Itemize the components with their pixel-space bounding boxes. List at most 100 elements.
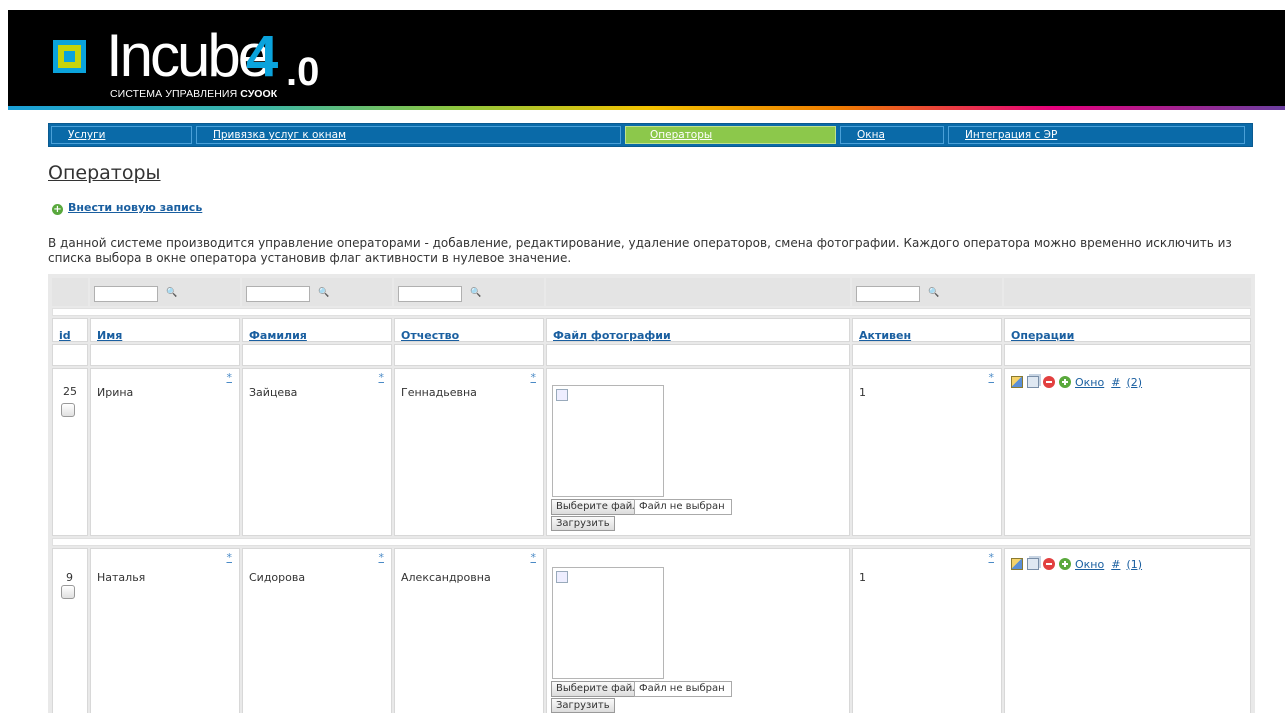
logo-subtitle-brand: СУООК [240,88,278,100]
operator-photo [552,385,664,497]
hash-link[interactable]: # [1111,558,1120,571]
empty-cell [1004,344,1251,366]
inline-edit-link[interactable]: * [531,371,537,384]
row-2-photo-cell: Выберите файл Файл не выбран Загрузить [546,548,850,713]
sort-link-first-name[interactable]: Имя [97,329,122,342]
edit-icon[interactable] [1011,558,1023,570]
row-2-id-cell: 9 [52,548,88,713]
patronymic: Александровна [401,571,491,584]
inline-edit-link[interactable]: * [379,551,385,564]
empty-cell [852,344,1002,366]
nav-item-operators[interactable]: Операторы [625,126,836,144]
row-select-checkbox[interactable] [61,585,75,599]
main-nav: Услуги Привязка услуг к окнам Операторы … [48,123,1253,147]
sort-link-active[interactable]: Активен [859,329,911,342]
row-1-photo-cell: Выберите файл Файл не выбран Загрузить [546,368,850,536]
row-select-checkbox[interactable] [61,403,75,417]
hash-link[interactable]: # [1111,376,1120,389]
filter-cell-last-name: 🔍 [242,278,392,306]
row-2-patronymic-cell: * Александровна [394,548,544,713]
broken-image-icon [556,389,568,401]
col-header-first-name: Имя [90,318,240,342]
logo-subtitle-text: СИСТЕМА УПРАВЛЕНИЯ [110,88,238,100]
sort-link-last-name[interactable]: Фамилия [249,329,307,342]
empty-cell [52,344,88,366]
last-name: Сидорова [249,571,306,584]
active-flag: 1 [859,386,866,399]
nav-item-integration[interactable]: Интеграция с ЭР [948,126,1245,144]
choose-file-button[interactable]: Выберите файл [551,681,644,697]
last-name: Зайцева [249,386,298,399]
operators-table: 🔍 🔍 🔍 🔍 id Имя Фамилия Отчество Файл фот… [48,274,1255,713]
filter-cell-patronymic: 🔍 [394,278,544,306]
col-header-photo: Файл фотографии [546,318,850,342]
logo-icon [53,40,86,73]
filter-input-last-name[interactable] [246,286,310,302]
filter-cell-first-name: 🔍 [90,278,240,306]
filter-cell-id [52,278,88,306]
inline-edit-link[interactable]: * [227,551,233,564]
filter-input-active[interactable] [856,286,920,302]
logo-wordmark: Incube [106,22,271,89]
binoculars-icon[interactable]: 🔍 [470,288,481,298]
copy-icon[interactable] [1027,558,1039,570]
active-flag: 1 [859,571,866,584]
window-link[interactable]: Окно [1075,376,1104,389]
row-2-active-cell: * 1 [852,548,1002,713]
col-header-patronymic: Отчество [394,318,544,342]
page-description: В данной системе производится управление… [48,236,1232,265]
col-header-active: Активен [852,318,1002,342]
sort-link-ops[interactable]: Операции [1011,329,1074,342]
page-title: Операторы [48,162,161,184]
filter-cell-photo [546,278,850,306]
filter-input-first-name[interactable] [94,286,158,302]
upload-button[interactable]: Загрузить [551,698,615,713]
inline-edit-link[interactable]: * [531,551,537,564]
filter-spacer [52,308,1251,316]
row-id: 25 [63,385,77,398]
sort-link-photo[interactable]: Файл фотографии [553,329,671,342]
patronymic: Геннадьевна [401,386,477,399]
header-color-stripe [8,106,1285,110]
add-icon[interactable] [1059,558,1071,570]
row-2-first-name-cell: * Наталья [90,548,240,713]
copy-icon[interactable] [1027,376,1039,388]
choose-file-button[interactable]: Выберите файл [551,499,644,515]
sort-link-id[interactable]: id [59,329,71,342]
window-count-link[interactable]: (1) [1126,558,1142,571]
inline-edit-link[interactable]: * [379,371,385,384]
app-header: Incube 4 .0 СИСТЕМА УПРАВЛЕНИЯ СУООК [8,10,1285,108]
filter-input-patronymic[interactable] [398,286,462,302]
sort-link-patronymic[interactable]: Отчество [401,329,459,342]
empty-cell [394,344,544,366]
upload-button[interactable]: Загрузить [551,516,615,531]
add-icon[interactable] [1059,376,1071,388]
window-link[interactable]: Окно [1075,558,1104,571]
inline-edit-link[interactable]: * [227,371,233,384]
binoculars-icon[interactable]: 🔍 [166,288,177,298]
logo-subtitle: СИСТЕМА УПРАВЛЕНИЯ СУООК [110,88,277,100]
file-status-text: Файл не выбран [634,499,732,515]
first-name: Наталья [97,571,146,584]
col-header-ops: Операции [1004,318,1251,342]
nav-item-windows[interactable]: Окна [840,126,944,144]
inline-edit-link[interactable]: * [989,371,995,384]
delete-icon[interactable] [1043,558,1055,570]
nav-item-services[interactable]: Услуги [51,126,192,144]
edit-icon[interactable] [1011,376,1023,388]
file-status-text: Файл не выбран [634,681,732,697]
binoculars-icon[interactable]: 🔍 [928,288,939,298]
binoculars-icon[interactable]: 🔍 [318,288,329,298]
row-1-last-name-cell: * Зайцева [242,368,392,536]
add-new-record-link[interactable]: + Внести новую запись [52,201,202,215]
window-count-link[interactable]: (2) [1126,376,1142,389]
row-1-active-cell: * 1 [852,368,1002,536]
inline-edit-link[interactable]: * [989,551,995,564]
add-new-record-label: Внести новую запись [68,201,203,214]
nav-item-service-binding[interactable]: Привязка услуг к окнам [196,126,621,144]
empty-cell [546,344,850,366]
delete-icon[interactable] [1043,376,1055,388]
row-2-ops-cell: Окно # (1) [1004,548,1251,713]
row-1-ops-cell: Окно # (2) [1004,368,1251,536]
empty-cell [242,344,392,366]
